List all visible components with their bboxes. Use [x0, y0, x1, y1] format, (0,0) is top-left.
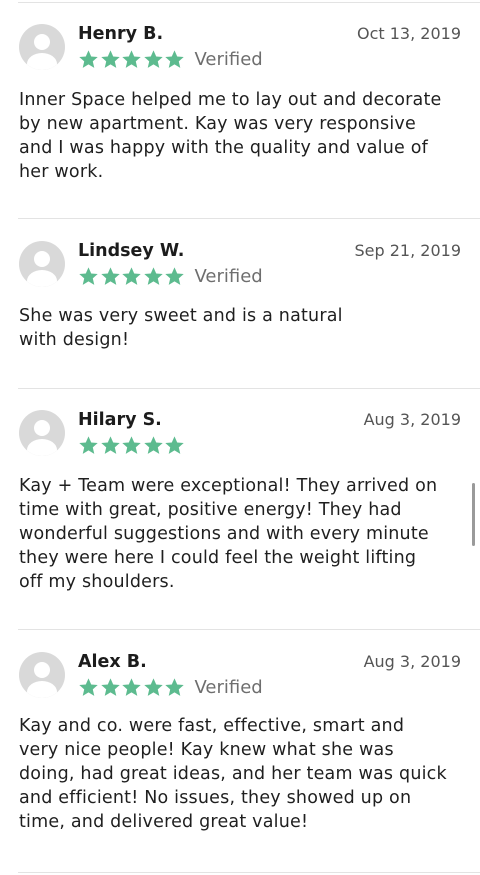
star-icon — [143, 435, 163, 454]
star-icon — [122, 435, 141, 454]
reviewer-name: Lindsey W. — [78, 241, 185, 261]
review-text: Kay and co. were fast, effective, smart … — [19, 716, 447, 832]
star-icon — [143, 677, 163, 696]
star-rating: Verified — [78, 676, 263, 698]
star-rating: Verified — [78, 48, 263, 70]
reviewer-name: Hilary S. — [78, 410, 162, 430]
star-icon — [165, 266, 184, 285]
reviewer-name: Alex B. — [78, 652, 147, 672]
star-icon — [165, 49, 184, 68]
verified-label: Verified — [194, 48, 263, 70]
review-text: Inner Space helped me to lay out and dec… — [19, 90, 442, 182]
star-icon — [79, 49, 98, 68]
star-rating — [78, 434, 186, 456]
star-icon — [100, 49, 120, 68]
divider — [18, 629, 480, 630]
avatar — [19, 652, 65, 698]
divider — [18, 872, 480, 873]
scrollbar[interactable] — [472, 483, 475, 546]
review-text: Kay + Team were exceptional! They arrive… — [19, 476, 438, 592]
verified-label: Verified — [194, 265, 263, 287]
review-date: Oct 13, 2019 — [357, 24, 461, 43]
verified-label: Verified — [194, 676, 263, 698]
reviewer-name: Henry B. — [78, 24, 164, 44]
star-icon — [79, 435, 98, 454]
avatar — [19, 24, 65, 70]
avatar — [19, 241, 65, 287]
star-icon — [100, 435, 120, 454]
divider — [18, 2, 480, 3]
star-icon — [143, 49, 163, 68]
star-icon — [79, 266, 98, 285]
review-date: Sep 21, 2019 — [354, 241, 462, 260]
review-date: Aug 3, 2019 — [363, 652, 461, 671]
star-icon — [79, 677, 98, 696]
divider — [18, 218, 480, 219]
review-text: She was very sweet and is a natural with… — [19, 306, 343, 350]
star-icon — [122, 266, 141, 285]
avatar — [19, 410, 65, 456]
star-icon — [165, 435, 184, 454]
star-icon — [122, 677, 141, 696]
star-icon — [165, 677, 184, 696]
star-rating: Verified — [78, 265, 263, 287]
divider — [18, 388, 480, 389]
star-icon — [100, 266, 120, 285]
star-icon — [100, 677, 120, 696]
review-date: Aug 3, 2019 — [363, 410, 461, 429]
star-icon — [122, 49, 141, 68]
star-icon — [143, 266, 163, 285]
